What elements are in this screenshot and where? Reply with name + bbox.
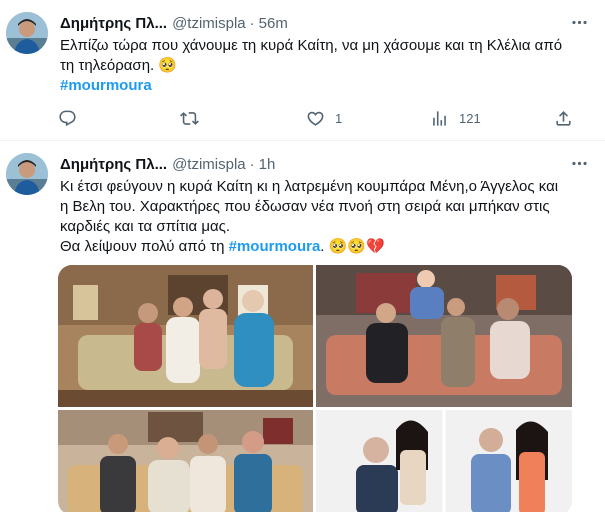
tweet-header: Δημήτρης Πλ... @tzimispla · 56m <box>60 13 593 33</box>
reply-icon <box>59 110 76 126</box>
tweet[interactable]: Δημήτρης Πλ... @tzimispla · 1h Κι έτσι φ… <box>0 141 605 512</box>
tweet-text-line: Θα λείψουν πολύ από τη #mourmoura. 🥺🥺💔 <box>60 237 591 257</box>
tweet-text-line: Κι έτσι φεύγουν η κυρά Καίτη κι η λατρεμ… <box>60 178 559 195</box>
share-icon <box>556 110 571 126</box>
media-grid <box>58 265 572 512</box>
tweet-text-line: τη τηλεόραση. 🥺 <box>60 57 178 74</box>
like-icon <box>307 111 324 126</box>
separator: · <box>249 14 255 32</box>
media-photo[interactable] <box>316 265 572 407</box>
retweet-button[interactable] <box>180 106 209 130</box>
timestamp[interactable]: 56m <box>259 15 288 32</box>
media-photo[interactable] <box>316 410 572 512</box>
tweet-text-fragment: Θα λείψουν πολύ από τη <box>60 238 229 255</box>
tweet-text-line: η Βελη του. Χαρακτήρες που έδωσαν νέα πν… <box>60 198 550 215</box>
views-icon <box>433 110 446 126</box>
author-handle[interactable]: @tzimispla <box>172 156 246 173</box>
tweet-header: Δημήτρης Πλ... @tzimispla · 1h <box>60 154 593 174</box>
hashtag-link[interactable]: #mourmoura <box>229 238 321 255</box>
hashtag-link[interactable]: #mourmoura <box>60 76 591 96</box>
tweet-text: Ελπίζω τώρα που χάνουμε τη κυρά Καίτη, ν… <box>60 36 591 96</box>
author-name[interactable]: Δημήτρης Πλ... <box>60 156 167 173</box>
author-name[interactable]: Δημήτρης Πλ... <box>60 15 167 32</box>
reply-button[interactable] <box>58 106 87 130</box>
views-button[interactable]: 121 <box>430 106 481 130</box>
tweet-text: Κι έτσι φεύγουν η κυρά Καίτη κι η λατρεμ… <box>60 177 591 257</box>
view-count: 121 <box>459 110 481 126</box>
tweet-text-line: καρδιές και τα σπίτια μας. <box>60 218 231 235</box>
retweet-icon <box>180 111 199 125</box>
action-bar: 1 121 <box>52 106 592 130</box>
tweet[interactable]: Δημήτρης Πλ... @tzimispla · 56m Ελπίζω τ… <box>0 0 605 141</box>
avatar[interactable] <box>6 153 48 195</box>
like-count: 1 <box>335 110 343 126</box>
share-button[interactable] <box>554 106 573 130</box>
tweet-text-fragment: . 🥺🥺💔 <box>320 238 385 255</box>
media-photo[interactable] <box>58 410 313 512</box>
author-handle[interactable]: @tzimispla <box>172 15 246 32</box>
more-icon[interactable] <box>567 13 591 33</box>
timestamp[interactable]: 1h <box>259 156 276 173</box>
more-icon[interactable] <box>567 154 591 174</box>
media-photo[interactable] <box>58 265 313 407</box>
avatar[interactable] <box>6 12 48 54</box>
separator: · <box>249 155 255 173</box>
like-button[interactable]: 1 <box>306 106 342 130</box>
tweet-text-line: Ελπίζω τώρα που χάνουμε τη κυρά Καίτη, ν… <box>60 37 563 54</box>
